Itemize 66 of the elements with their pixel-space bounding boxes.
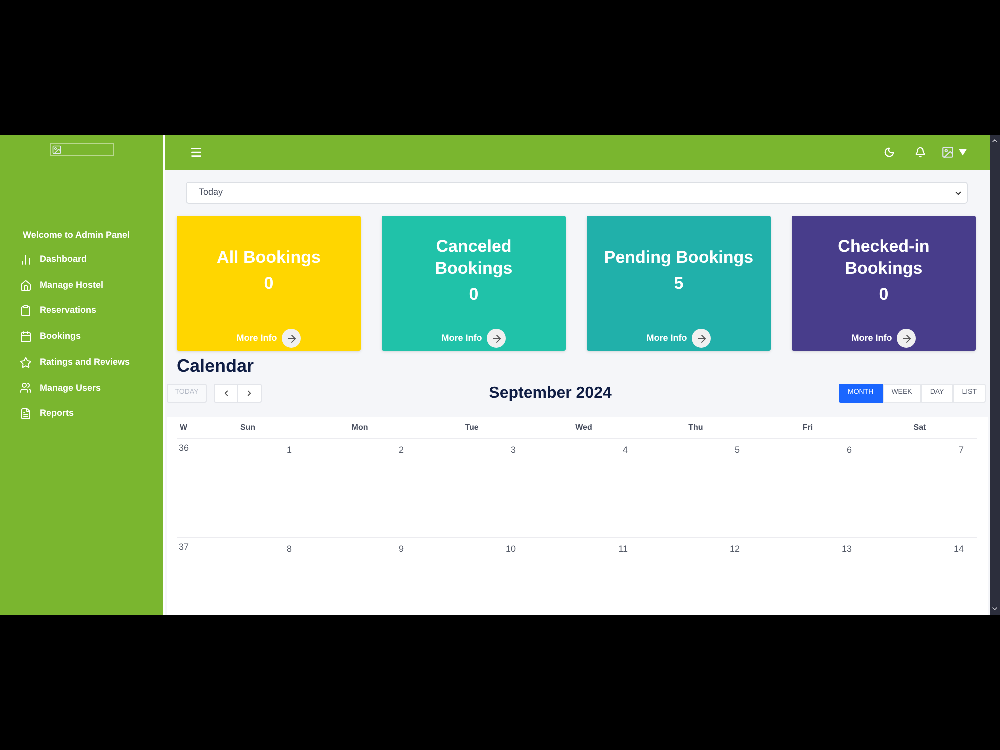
date-range-select[interactable]: Today <box>186 182 968 204</box>
house-icon <box>20 280 32 292</box>
scrollbar[interactable] <box>990 135 1000 615</box>
date-number: 6 <box>846 444 852 456</box>
more-info-link[interactable]: More Info <box>236 329 302 348</box>
date-number: 14 <box>954 543 964 555</box>
column-header: Tue <box>464 422 480 434</box>
date-number: 7 <box>958 444 964 456</box>
column-header: Sun <box>239 422 257 434</box>
document-icon <box>20 408 32 420</box>
card-title: Checked-in Bookings <box>837 236 931 280</box>
nav-item[interactable]: Manage Users <box>0 375 163 402</box>
date-number: 4 <box>622 444 628 456</box>
card-count: 0 <box>469 284 479 306</box>
column-header: Wed <box>574 422 594 434</box>
bell-icon[interactable] <box>915 147 926 158</box>
calendar-heading: September 2024 <box>489 384 612 404</box>
nav-item[interactable]: Manage Hostel <box>0 272 163 298</box>
nav-item[interactable]: Ratings and Reviews <box>0 350 163 376</box>
caret-icon[interactable] <box>959 149 967 156</box>
users-icon <box>20 382 32 394</box>
more-info-link[interactable]: More Info <box>852 329 916 348</box>
card-count: 0 <box>264 272 274 294</box>
chevron-up-icon[interactable] <box>991 137 999 145</box>
card-title: All Bookings <box>217 246 321 268</box>
column-header: Thu <box>688 422 704 434</box>
date-number: 9 <box>398 543 404 555</box>
more-info-link[interactable]: More Info <box>646 329 712 348</box>
chevron-right-icon <box>245 389 254 398</box>
column-header: Fri <box>802 422 814 434</box>
date-number: 3 <box>510 444 516 456</box>
menu-icon[interactable] <box>190 146 203 159</box>
date-number: 5 <box>734 444 740 456</box>
column-header: W <box>179 422 189 434</box>
column-header: Mon <box>350 422 370 434</box>
date-number: 10 <box>506 543 516 555</box>
column-header: Sat <box>912 422 928 434</box>
image-icon <box>52 144 62 154</box>
clipboard-icon <box>20 305 32 318</box>
next-button[interactable] <box>238 384 262 403</box>
more-info-link[interactable]: More Info <box>442 329 506 348</box>
previous-button[interactable] <box>214 384 238 403</box>
card-count: 5 <box>674 272 684 294</box>
nav-item[interactable]: Dashboard <box>0 247 163 273</box>
calendar-icon <box>20 330 32 343</box>
calendar-title: Calendar <box>177 355 256 377</box>
date-number: 2 <box>398 444 404 456</box>
moon-icon[interactable] <box>884 147 895 158</box>
date-number: 13 <box>842 543 852 555</box>
date-number: 12 <box>730 543 740 555</box>
image-icon[interactable] <box>941 146 955 159</box>
sidebar-title: Welcome to Admin Panel <box>23 229 132 242</box>
date-number: 8 <box>286 543 292 555</box>
nav-item[interactable]: Reservations <box>0 298 163 324</box>
star-icon <box>20 356 32 369</box>
week-number: 36 <box>179 442 190 454</box>
nav-item[interactable]: Bookings <box>0 324 163 350</box>
date-number: 1 <box>286 444 292 456</box>
date-number: 11 <box>618 543 628 555</box>
chevron-down-icon[interactable] <box>991 605 999 613</box>
card-count: 0 <box>879 284 889 306</box>
bar-chart-icon <box>20 254 32 266</box>
card-title: Canceled Bookings <box>434 236 514 280</box>
card-title: Pending Bookings <box>604 246 754 268</box>
week-number: 37 <box>179 541 190 553</box>
nav-item[interactable]: Reports <box>0 401 163 427</box>
